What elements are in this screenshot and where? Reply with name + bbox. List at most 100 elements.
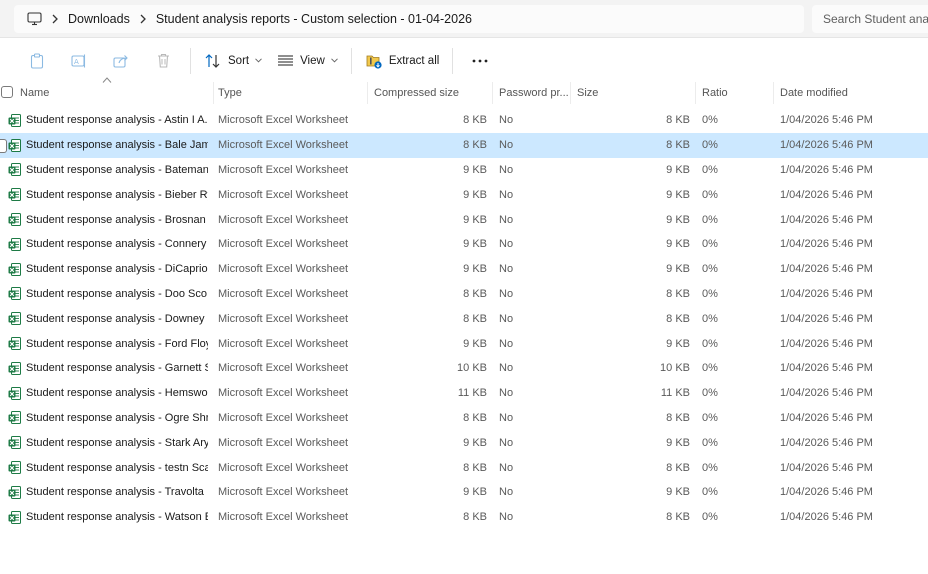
file-password-protected: No (499, 362, 514, 375)
file-type: Microsoft Excel Worksheet (218, 461, 349, 474)
file-name-cell[interactable]: Student response analysis - Ogre Shr... (8, 406, 208, 431)
rename-icon: A (65, 54, 93, 68)
table-row[interactable]: Student response analysis - Travolta ...… (0, 480, 928, 505)
file-ratio: 0% (702, 238, 718, 251)
view-list-icon (276, 55, 294, 66)
paste-button[interactable] (16, 46, 58, 76)
sort-button[interactable]: Sort (197, 46, 269, 76)
chevron-right-icon[interactable] (130, 14, 156, 24)
file-name-cell[interactable]: Student response analysis - Travolta ... (8, 480, 208, 505)
file-name-cell[interactable]: Student response analysis - Brosnan I ..… (8, 207, 208, 232)
file-name-cell[interactable]: Student response analysis - Bale Jam... (8, 133, 208, 158)
table-row[interactable]: Student response analysis - Bale Jam... M… (0, 132, 928, 158)
column-compressed-size[interactable]: Compressed size (368, 82, 493, 104)
table-row[interactable]: Student response analysis - Astin I A...… (0, 108, 928, 133)
computer-icon[interactable] (26, 11, 42, 27)
file-name: Student response analysis - DiCaprio ... (26, 263, 208, 276)
file-name-cell[interactable]: Student response analysis - Bateman ... (8, 158, 208, 183)
search-box[interactable]: Search Student anal (812, 5, 928, 33)
chevron-right-icon[interactable] (42, 14, 68, 24)
extract-zip-icon (365, 53, 383, 69)
column-size[interactable]: Size (571, 82, 696, 104)
breadcrumb-item-current-folder[interactable]: Student analysis reports - Custom select… (156, 12, 472, 26)
file-compressed-size: 10 KB (457, 362, 487, 375)
chevron-down-icon (255, 58, 262, 63)
file-ratio: 0% (702, 213, 718, 226)
table-row[interactable]: Student response analysis - testn Sca...… (0, 455, 928, 480)
excel-file-icon (8, 361, 21, 375)
file-name-cell[interactable]: Student response analysis - Connery ... (8, 232, 208, 257)
file-date-modified: 1/04/2026 5:46 PM (780, 486, 873, 499)
column-header: Name Type Compressed size Password pr...… (0, 82, 928, 104)
rename-button[interactable]: A (58, 46, 100, 76)
table-row[interactable]: Student response analysis - Ford Floy...… (0, 331, 928, 356)
file-size: 8 KB (666, 139, 690, 152)
more-options-button[interactable] (459, 46, 501, 76)
excel-file-icon (8, 262, 21, 276)
table-row[interactable]: Student response analysis - Downey ... Mi… (0, 306, 928, 331)
excel-file-icon (8, 213, 21, 227)
table-row[interactable]: Student response analysis - Stark Ary...… (0, 430, 928, 455)
file-name: Student response analysis - Bieber Ry... (26, 188, 208, 201)
excel-file-icon (8, 461, 21, 475)
file-name-cell[interactable]: Student response analysis - Doo Sco... (8, 282, 208, 307)
table-row[interactable]: Student response analysis - Brosnan I ..… (0, 207, 928, 232)
file-password-protected: No (499, 163, 514, 176)
file-date-modified: 1/04/2026 5:46 PM (780, 263, 873, 276)
breadcrumb[interactable]: Downloads Student analysis reports - Cus… (14, 5, 804, 33)
file-name-cell[interactable]: Student response analysis - testn Sca... (8, 455, 208, 480)
column-type[interactable]: Type (212, 82, 368, 104)
file-password-protected: No (499, 139, 514, 152)
file-name-cell[interactable]: Student response analysis - Stark Ary... (8, 430, 208, 455)
share-button[interactable] (100, 46, 142, 76)
file-type: Microsoft Excel Worksheet (218, 188, 349, 201)
file-name-cell[interactable]: Student response analysis - Bieber Ry... (8, 182, 208, 207)
excel-file-icon (8, 436, 21, 450)
file-password-protected: No (499, 114, 514, 127)
file-name-cell[interactable]: Student response analysis - Garnett S... (8, 356, 208, 381)
table-row[interactable]: Student response analysis - Watson E... M… (0, 505, 928, 530)
svg-text:A: A (74, 58, 79, 66)
column-password-protected[interactable]: Password pr... (493, 82, 571, 104)
file-ratio: 0% (702, 411, 718, 424)
file-name: Student response analysis - Downey ... (26, 312, 208, 325)
file-compressed-size: 9 KB (463, 486, 487, 499)
file-name-cell[interactable]: Student response analysis - Ford Floy... (8, 331, 208, 356)
extract-all-label: Extract all (388, 54, 440, 67)
file-password-protected: No (499, 188, 514, 201)
file-name-cell[interactable]: Student response analysis - Downey ... (8, 306, 208, 331)
file-name-cell[interactable]: Student response analysis - Astin I A... (8, 108, 208, 133)
table-row[interactable]: Student response analysis - Hemswor... Mi… (0, 381, 928, 406)
view-button[interactable]: View (269, 46, 345, 76)
extract-all-button[interactable]: Extract all (358, 46, 447, 76)
file-ratio: 0% (702, 461, 718, 474)
file-name: Student response analysis - Garnett S... (26, 362, 208, 375)
file-date-modified: 1/04/2026 5:46 PM (780, 163, 873, 176)
table-row[interactable]: Student response analysis - Doo Sco... Mi… (0, 282, 928, 307)
file-name-cell[interactable]: Student response analysis - Hemswor... (8, 381, 208, 406)
column-name[interactable]: Name (14, 82, 214, 104)
table-row[interactable]: Student response analysis - Bateman ... M… (0, 158, 928, 183)
delete-button[interactable] (142, 46, 184, 76)
file-name: Student response analysis - Ogre Shr... (26, 411, 208, 424)
file-type: Microsoft Excel Worksheet (218, 114, 349, 127)
table-row[interactable]: Student response analysis - Connery ... M… (0, 232, 928, 257)
table-row[interactable]: Student response analysis - DiCaprio ...… (0, 257, 928, 282)
breadcrumb-item-downloads[interactable]: Downloads (68, 12, 130, 26)
file-name-cell[interactable]: Student response analysis - DiCaprio ... (8, 257, 208, 282)
file-password-protected: No (499, 387, 514, 400)
table-row[interactable]: Student response analysis - Garnett S...… (0, 356, 928, 381)
file-name: Student response analysis - Bale Jam... (26, 139, 208, 152)
table-row[interactable]: Student response analysis - Ogre Shr... M… (0, 406, 928, 431)
file-password-protected: No (499, 312, 514, 325)
file-type: Microsoft Excel Worksheet (218, 511, 349, 524)
column-date-modified[interactable]: Date modified (774, 82, 928, 104)
file-date-modified: 1/04/2026 5:46 PM (780, 362, 873, 375)
search-placeholder[interactable]: Search Student anal (823, 12, 928, 26)
column-ratio[interactable]: Ratio (696, 82, 774, 104)
file-name-cell[interactable]: Student response analysis - Watson E... (8, 505, 208, 530)
file-type: Microsoft Excel Worksheet (218, 337, 349, 350)
file-compressed-size: 9 KB (463, 188, 487, 201)
file-ratio: 0% (702, 337, 718, 350)
table-row[interactable]: Student response analysis - Bieber Ry...… (0, 182, 928, 207)
